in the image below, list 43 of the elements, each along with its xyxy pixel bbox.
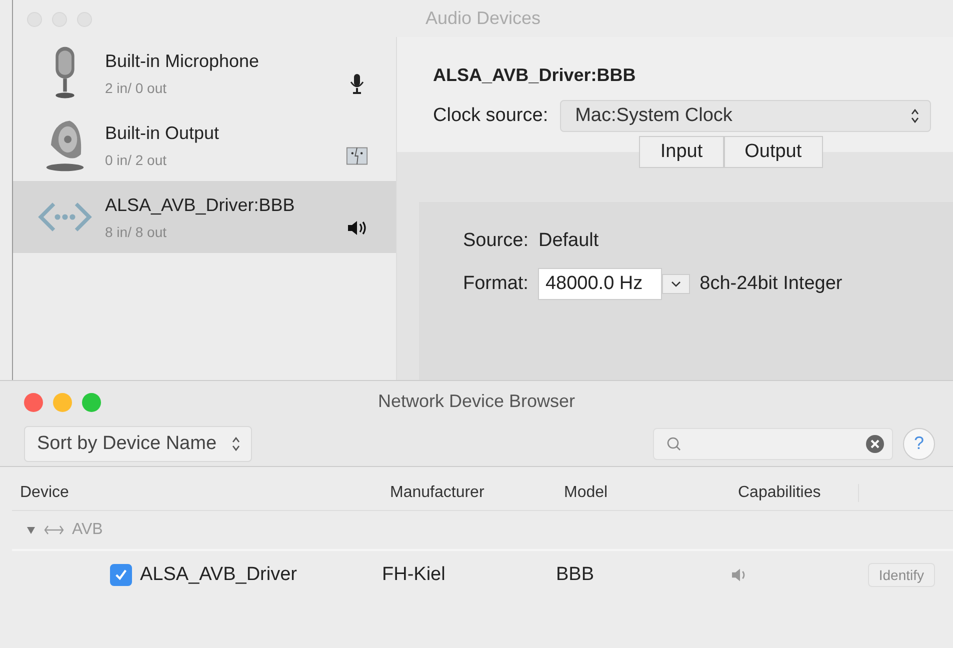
sample-rate-field[interactable]: 48000.0 Hz xyxy=(538,268,662,300)
checkbox[interactable] xyxy=(110,564,132,586)
device-channels: 8 in/ 8 out xyxy=(105,224,168,240)
double-arrow-icon xyxy=(44,525,64,535)
column-header[interactable]: Device xyxy=(12,484,382,502)
column-header[interactable]: Capabilities xyxy=(730,484,859,502)
device-channels: 0 in/ 2 out xyxy=(105,152,168,168)
device-name: ALSA_AVB_Driver:BBB xyxy=(105,194,296,216)
search-icon xyxy=(666,436,682,452)
table-cell-text: BBB xyxy=(555,564,596,586)
zoom-button[interactable] xyxy=(82,393,101,412)
chevron-down-icon xyxy=(670,281,681,287)
column-header[interactable]: Model xyxy=(556,484,730,502)
device-name: Built-in Output xyxy=(105,122,220,144)
window-title: Audio Devices xyxy=(425,8,541,29)
dropdown-button[interactable] xyxy=(662,274,690,294)
tab[interactable]: Output xyxy=(724,136,823,168)
tab[interactable]: Input xyxy=(639,136,724,168)
source-value: Default xyxy=(538,230,599,252)
clear-icon[interactable] xyxy=(866,434,884,452)
checkmark-icon xyxy=(114,568,128,582)
format-type: 8ch-24bit Integer xyxy=(700,273,842,295)
stepper-icon xyxy=(230,436,241,452)
clock-source-label: Clock source: xyxy=(433,105,548,127)
source-label: Source: xyxy=(463,230,528,252)
sort-dropdown[interactable]: Sort by Device Name xyxy=(24,426,252,462)
window-title: Network Device Browser xyxy=(378,390,576,412)
device-channels: 2 in/ 0 out xyxy=(105,80,168,96)
device-name: Built-in Microphone xyxy=(105,50,260,72)
device-name: ALSA_AVB_Driver xyxy=(140,564,297,586)
close-button[interactable] xyxy=(24,393,43,412)
disclosure-triangle-icon[interactable] xyxy=(26,525,36,535)
clock-source-dropdown[interactable]: Mac:System Clock xyxy=(560,100,931,132)
column-header[interactable]: Manufacturer xyxy=(382,484,556,502)
device-title: ALSA_AVB_Driver:BBB xyxy=(433,65,637,86)
table-cell-text: FH-Kiel xyxy=(381,564,446,586)
face-icon xyxy=(346,145,368,167)
search-field[interactable] xyxy=(653,428,893,460)
minimize-button[interactable] xyxy=(53,393,72,412)
device-item[interactable]: ALSA_AVB_Driver:BBB 8 in/ 8 out xyxy=(13,181,396,253)
group-label: AVB xyxy=(72,521,103,539)
format-label: Format: xyxy=(463,273,528,295)
stepper-icon xyxy=(910,108,920,124)
